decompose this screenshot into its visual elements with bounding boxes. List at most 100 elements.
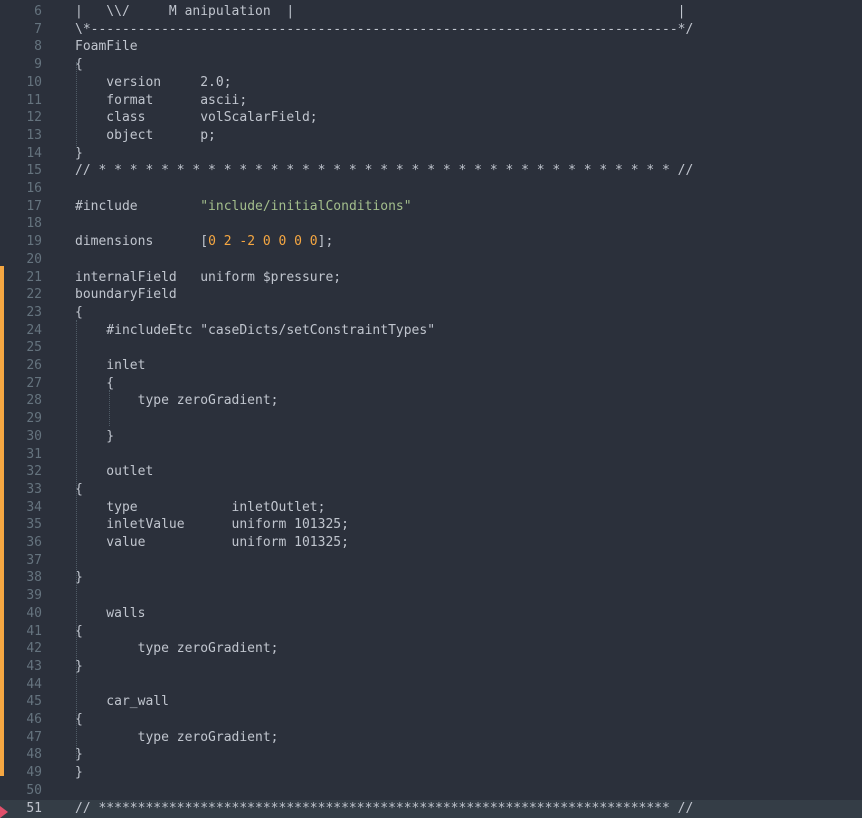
- line-number: 38: [26, 570, 42, 586]
- line-number: 19: [26, 234, 42, 250]
- code-line[interactable]: 18: [0, 215, 862, 233]
- line-number: 22: [26, 287, 42, 303]
- line-number: 11: [26, 92, 42, 108]
- code-text: type inletOutlet;: [75, 499, 326, 515]
- code-text: format ascii;: [75, 92, 248, 108]
- code-line[interactable]: 35 inletValue uniform 101325;: [0, 516, 862, 534]
- code-line[interactable]: 45 car_wall: [0, 693, 862, 711]
- code-line[interactable]: 50: [0, 782, 862, 800]
- line-number: 45: [26, 694, 42, 710]
- code-text: // *************************************…: [75, 800, 694, 816]
- code-line[interactable]: 31: [0, 446, 862, 464]
- line-number: 39: [26, 588, 42, 604]
- code-line[interactable]: 12 class volScalarField;: [0, 109, 862, 127]
- code-text: type zeroGradient;: [75, 729, 279, 745]
- line-code: boundaryField: [75, 286, 177, 304]
- line-number: 37: [26, 552, 42, 568]
- code-line[interactable]: 32 outlet: [0, 463, 862, 481]
- code-line[interactable]: 51// ***********************************…: [0, 799, 862, 818]
- code-line[interactable]: 48}: [0, 746, 862, 764]
- code-text: internalField uniform $pressure;: [75, 269, 342, 285]
- line-number: 17: [26, 198, 42, 214]
- line-number: 16: [26, 181, 42, 196]
- error-marker-icon[interactable]: [0, 806, 8, 818]
- line-code: #includeEtc "caseDicts/setConstraintType…: [75, 322, 435, 340]
- code-line[interactable]: 40 walls: [0, 605, 862, 623]
- code-line[interactable]: 24 #includeEtc "caseDicts/setConstraintT…: [0, 322, 862, 340]
- code-line[interactable]: 49}: [0, 764, 862, 782]
- line-code: type zeroGradient;: [75, 729, 279, 747]
- modified-lines-indicator: [0, 266, 4, 776]
- code-line[interactable]: 17 #include "include/initialConditions": [0, 198, 862, 216]
- code-editor[interactable]: 6 | \\/ M anipulation | | 7 \*-------------…: [0, 0, 862, 818]
- code-line[interactable]: 19 dimensions [0 2 -2 0 0 0 0];: [0, 233, 862, 251]
- code-line[interactable]: 46{: [0, 711, 862, 729]
- code-line[interactable]: 28 type zeroGradient;: [0, 392, 862, 410]
- code-text: value uniform 101325;: [75, 535, 349, 550]
- code-line[interactable]: 37: [0, 552, 862, 570]
- line-number: 21: [26, 269, 42, 285]
- indent-guide: [76, 320, 77, 760]
- line-code: type inletOutlet;: [75, 499, 325, 517]
- line-code: inletValue uniform 101325;: [75, 516, 349, 534]
- code-line[interactable]: 8 FoamFile: [0, 38, 862, 56]
- code-line[interactable]: 10 version 2.0;: [0, 74, 862, 92]
- code-text: {: [75, 304, 83, 320]
- line-number: 48: [26, 747, 42, 763]
- code-line[interactable]: 7 \*-------------------------------------…: [0, 21, 862, 39]
- code-line[interactable]: 44: [0, 676, 862, 694]
- code-line[interactable]: 14}: [0, 145, 862, 163]
- line-number: 33: [26, 481, 42, 497]
- code-line[interactable]: 36 value uniform 101325;: [0, 534, 862, 552]
- code-line[interactable]: 11 format ascii;: [0, 92, 862, 110]
- line-code: }: [75, 428, 114, 446]
- code-line[interactable]: 33{: [0, 481, 862, 499]
- line-code: walls: [75, 605, 145, 623]
- line-number: 23: [26, 304, 42, 320]
- code-line[interactable]: 47 type zeroGradient;: [0, 729, 862, 747]
- line-code: value uniform 101325;: [75, 534, 349, 552]
- code-line[interactable]: 43}: [0, 658, 862, 676]
- code-text: boundaryField: [75, 287, 177, 303]
- code-line[interactable]: 25: [0, 339, 862, 357]
- code-line[interactable]: 6 | \\/ M anipulation | |: [0, 3, 862, 21]
- code-line[interactable]: 41{: [0, 623, 862, 641]
- code-line[interactable]: 39: [0, 587, 862, 605]
- code-text: class volScalarField;: [75, 110, 318, 126]
- line-number: 13: [26, 127, 42, 143]
- line-code: inlet: [75, 357, 145, 375]
- line-code: dimensions [0 2 -2 0 0 0 0];: [75, 233, 333, 251]
- line-number: 41: [26, 623, 42, 639]
- line-number: 40: [26, 605, 42, 621]
- code-line[interactable]: 16: [0, 180, 862, 198]
- line-number: 27: [26, 375, 42, 391]
- code-text: type zeroGradient;: [75, 641, 279, 657]
- indent-guide: [109, 390, 110, 426]
- line-number: 14: [26, 145, 42, 161]
- code-line[interactable]: 13 object p;: [0, 127, 862, 145]
- code-line[interactable]: 29: [0, 410, 862, 428]
- code-text: inlet: [75, 358, 146, 373]
- code-line[interactable]: 9{: [0, 56, 862, 74]
- line-number: 29: [26, 411, 42, 427]
- code-line[interactable]: 42 type zeroGradient;: [0, 640, 862, 658]
- code-line[interactable]: 20: [0, 251, 862, 269]
- line-number: 18: [26, 216, 42, 232]
- code-line[interactable]: 15 // * * * * * * * * * * * * * * * * * *…: [0, 162, 862, 180]
- code-line[interactable]: 23 {: [0, 304, 862, 322]
- code-text: #include: [75, 198, 201, 214]
- line-code: class volScalarField;: [75, 109, 318, 127]
- code-text: type zeroGradient;: [75, 393, 279, 409]
- line-code: \*--------------------------------------…: [75, 21, 693, 39]
- line-number: 32: [26, 464, 42, 480]
- string-literal: "include/initialConditions": [200, 198, 412, 214]
- code-text: walls: [75, 605, 146, 621]
- code-line[interactable]: 21 internalField uniform $pressure;: [0, 269, 862, 287]
- code-line[interactable]: 38}: [0, 569, 862, 587]
- code-line[interactable]: 26 inlet: [0, 357, 862, 375]
- code-line[interactable]: 34 type inletOutlet;: [0, 499, 862, 517]
- code-line[interactable]: 22 boundaryField: [0, 286, 862, 304]
- code-line[interactable]: 27 {: [0, 375, 862, 393]
- code-line[interactable]: 30 }: [0, 428, 862, 446]
- code-text: dimensions [: [75, 234, 209, 250]
